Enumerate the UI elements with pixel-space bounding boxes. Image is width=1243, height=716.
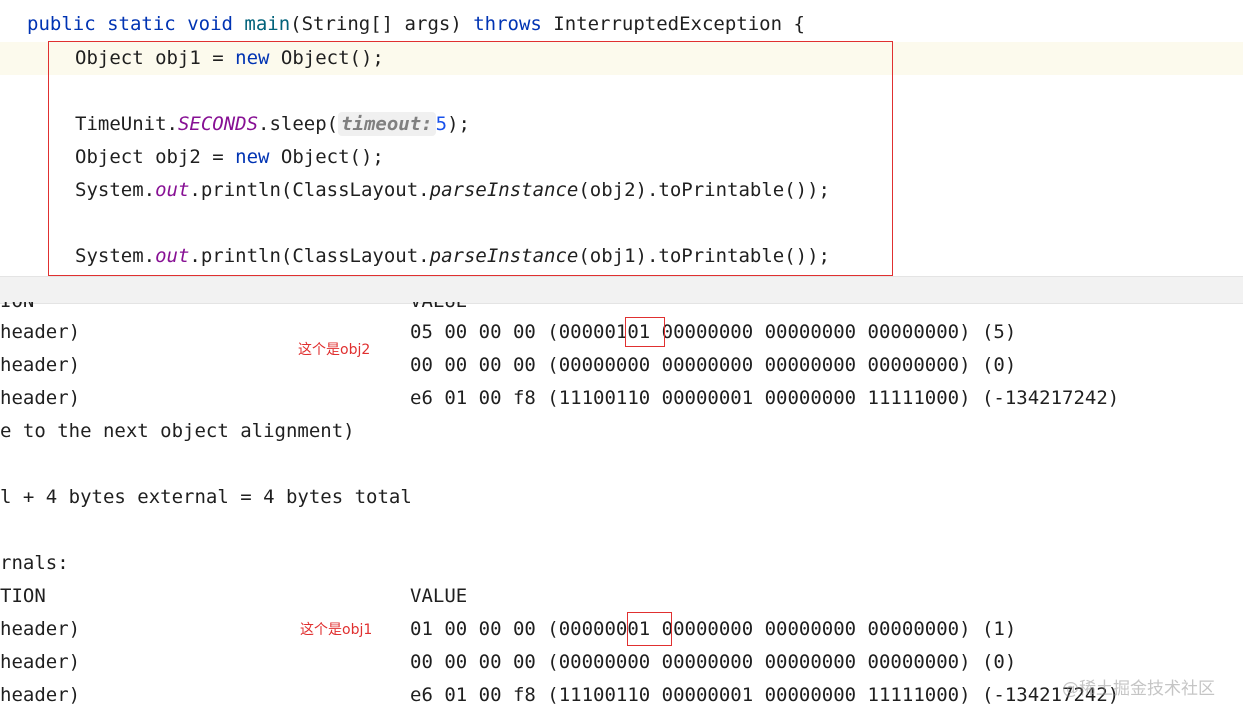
output-row-value: e6 01 00 f8 (11100110 00000001 00000000 …: [410, 387, 1120, 409]
method-name-main: main: [244, 13, 291, 35]
output-row-value: 01 00 00 00 (00000001 00000000 00000000 …: [410, 618, 1017, 640]
output-row-desc: header): [0, 651, 81, 673]
keyword-void: void: [187, 13, 233, 35]
pane-divider[interactable]: [0, 276, 1243, 304]
column-header-offset: TION: [0, 585, 46, 607]
watermark-text: @稀土掘金技术社区: [1062, 679, 1215, 699]
annotation-obj2: 这个是obj2: [298, 342, 371, 358]
exception-type: InterruptedException {: [541, 13, 805, 35]
method-params: (String[] args): [290, 13, 474, 35]
output-row-value: 05 00 00 00 (00000101 00000000 00000000 …: [410, 321, 1017, 343]
keyword-throws: throws: [473, 13, 542, 35]
code-line-main-signature[interactable]: public static void main(String[] args) t…: [27, 8, 805, 41]
code-highlight-box: [48, 41, 893, 276]
annotation-obj1: 这个是obj1: [300, 622, 373, 638]
output-alignment-line: e to the next object alignment): [0, 420, 355, 442]
bit-highlight-box-obj1: [627, 612, 672, 646]
output-row-value: 00 00 00 00 (00000000 00000000 00000000 …: [410, 651, 1017, 673]
keyword-public: public: [27, 13, 96, 35]
output-row-desc: header): [0, 321, 81, 343]
output-summary-line: l + 4 bytes external = 4 bytes total: [0, 486, 412, 508]
output-row-desc: header): [0, 387, 81, 409]
code-editor[interactable]: public static void main(String[] args) t…: [0, 0, 1243, 276]
output-row-desc: header): [0, 618, 81, 640]
output-section-label: rnals:: [0, 552, 69, 574]
column-header-value: VALUE: [410, 585, 468, 607]
output-row-value: e6 01 00 f8 (11100110 00000001 00000000 …: [410, 684, 1120, 706]
console-output[interactable]: ION VALUE header) 05 00 00 00 (00000101 …: [0, 302, 1243, 716]
keyword-static: static: [107, 13, 176, 35]
bit-highlight-box-obj2: [625, 317, 665, 347]
output-row-value: 00 00 00 00 (00000000 00000000 00000000 …: [410, 354, 1017, 376]
output-row-desc: header): [0, 684, 81, 706]
output-row-desc: header): [0, 354, 81, 376]
